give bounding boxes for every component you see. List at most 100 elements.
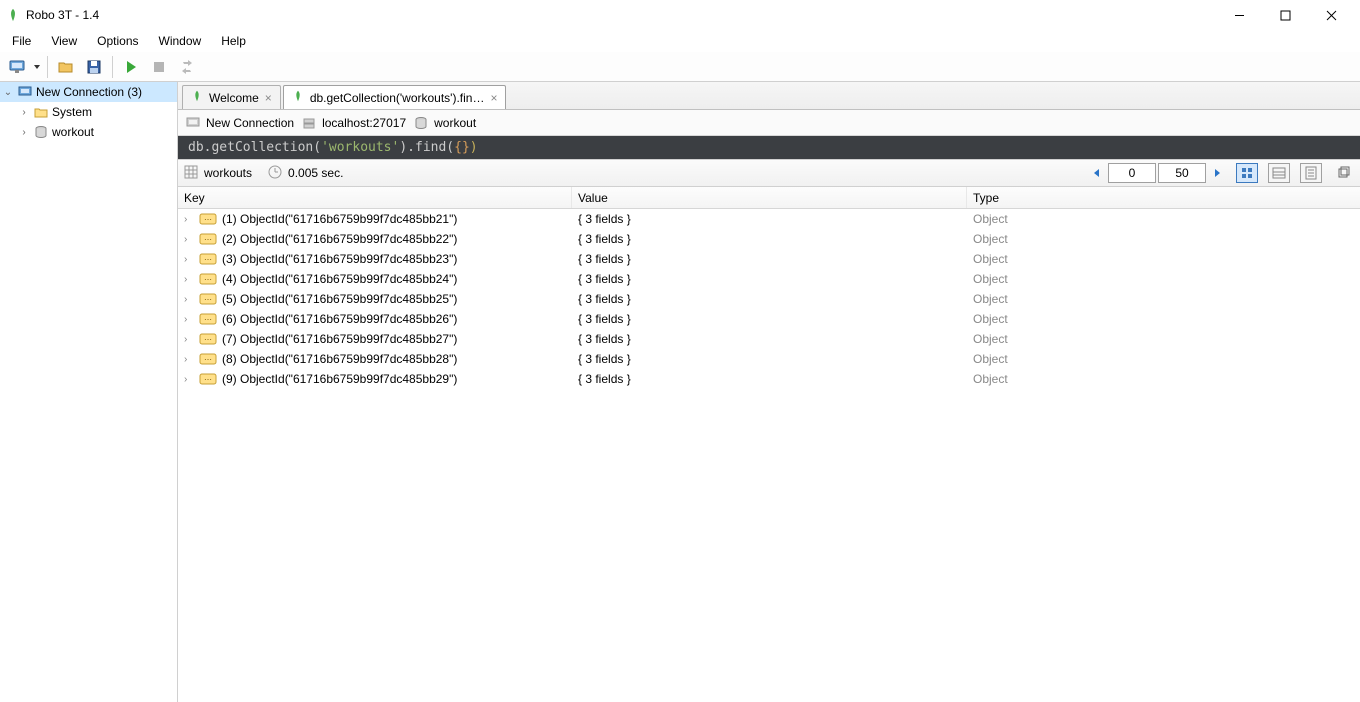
svg-text:⋯: ⋯ bbox=[204, 335, 212, 344]
chevron-right-icon: › bbox=[184, 354, 194, 365]
row-type: Object bbox=[967, 372, 1360, 386]
tab-query[interactable]: db.getCollection('workouts').fin… × bbox=[283, 85, 507, 109]
tree-connection[interactable]: ⌄ New Connection (3) bbox=[0, 82, 177, 102]
row-key: (2) ObjectId("61716b6759b99f7dc485bb22") bbox=[222, 232, 457, 246]
sidebar: ⌄ New Connection (3) › System › workout bbox=[0, 82, 178, 702]
row-value: { 3 fields } bbox=[572, 292, 967, 306]
crumb-db-label: workout bbox=[434, 116, 476, 130]
row-value: { 3 fields } bbox=[572, 332, 967, 346]
row-value: { 3 fields } bbox=[572, 252, 967, 266]
tree-workout-label: workout bbox=[52, 125, 94, 139]
page-start-input[interactable] bbox=[1108, 163, 1156, 183]
view-text-button[interactable] bbox=[1300, 163, 1322, 183]
folder-icon bbox=[33, 104, 49, 120]
popout-button[interactable] bbox=[1332, 163, 1354, 183]
results-header: Key Value Type bbox=[178, 187, 1360, 209]
row-type: Object bbox=[967, 252, 1360, 266]
svg-text:⋯: ⋯ bbox=[204, 275, 212, 284]
chevron-right-icon: › bbox=[184, 214, 194, 225]
results-body: › ⋯ (1) ObjectId("61716b6759b99f7dc485bb21… bbox=[178, 209, 1360, 702]
view-tree-button[interactable] bbox=[1236, 163, 1258, 183]
query-mid: ).find( bbox=[399, 140, 454, 155]
chevron-right-icon: › bbox=[184, 294, 194, 305]
database-icon bbox=[414, 116, 428, 130]
tree-system[interactable]: › System bbox=[0, 102, 177, 122]
status-strip: workouts 0.005 sec. bbox=[178, 159, 1360, 187]
close-button[interactable] bbox=[1308, 0, 1354, 30]
tabs: Welcome × db.getCollection('workouts').f… bbox=[178, 82, 1360, 110]
document-icon: ⋯ bbox=[199, 333, 217, 345]
open-button[interactable] bbox=[53, 54, 79, 80]
svg-text:⋯: ⋯ bbox=[204, 215, 212, 224]
chevron-down-icon: ⌄ bbox=[2, 87, 14, 98]
row-key: (4) ObjectId("61716b6759b99f7dc485bb24") bbox=[222, 272, 457, 286]
table-row[interactable]: ›⋯(6) ObjectId("61716b6759b99f7dc485bb26… bbox=[178, 309, 1360, 329]
server-icon bbox=[186, 116, 200, 130]
col-type[interactable]: Type bbox=[967, 187, 1360, 208]
row-type: Object bbox=[967, 212, 1360, 226]
connect-dropdown[interactable] bbox=[32, 63, 42, 71]
maximize-button[interactable] bbox=[1262, 0, 1308, 30]
host-icon bbox=[302, 116, 316, 130]
tree-workout[interactable]: › workout bbox=[0, 122, 177, 142]
crumb-connection-label: New Connection bbox=[206, 116, 294, 130]
document-icon: ⋯ bbox=[199, 253, 217, 265]
menu-file[interactable]: File bbox=[2, 31, 41, 51]
chevron-right-icon: › bbox=[184, 234, 194, 245]
database-icon bbox=[33, 124, 49, 140]
table-row[interactable]: ›⋯(3) ObjectId("61716b6759b99f7dc485bb23… bbox=[178, 249, 1360, 269]
table-row[interactable]: ›⋯(8) ObjectId("61716b6759b99f7dc485bb28… bbox=[178, 349, 1360, 369]
chevron-right-icon: › bbox=[184, 334, 194, 345]
row-key: (1) ObjectId("61716b6759b99f7dc485bb21") bbox=[222, 212, 457, 226]
row-value: { 3 fields } bbox=[572, 352, 967, 366]
menu-view[interactable]: View bbox=[41, 31, 87, 51]
leaf-icon bbox=[191, 90, 203, 105]
close-icon[interactable]: × bbox=[265, 92, 272, 104]
page-size-input[interactable] bbox=[1158, 163, 1206, 183]
table-row[interactable]: ›⋯(9) ObjectId("61716b6759b99f7dc485bb29… bbox=[178, 369, 1360, 389]
menu-help[interactable]: Help bbox=[211, 31, 256, 51]
query-editor[interactable]: db.getCollection('workouts').find({}) bbox=[178, 136, 1360, 159]
time-label: 0.005 sec. bbox=[288, 166, 343, 180]
svg-text:⋯: ⋯ bbox=[204, 295, 212, 304]
query-end: ) bbox=[470, 140, 478, 155]
col-key[interactable]: Key bbox=[178, 187, 572, 208]
row-type: Object bbox=[967, 332, 1360, 346]
tab-welcome-label: Welcome bbox=[209, 91, 259, 105]
crumb-db[interactable]: workout bbox=[414, 116, 476, 130]
stop-button[interactable] bbox=[146, 54, 172, 80]
tree-system-label: System bbox=[52, 105, 92, 119]
close-icon[interactable]: × bbox=[490, 92, 497, 104]
row-value: { 3 fields } bbox=[572, 372, 967, 386]
table-row[interactable]: ›⋯(2) ObjectId("61716b6759b99f7dc485bb22… bbox=[178, 229, 1360, 249]
save-button[interactable] bbox=[81, 54, 107, 80]
toolbar bbox=[0, 52, 1360, 82]
tab-welcome[interactable]: Welcome × bbox=[182, 85, 281, 109]
table-row[interactable]: › ⋯ (1) ObjectId("61716b6759b99f7dc485bb21… bbox=[178, 209, 1360, 229]
query-prefix: db.getCollection( bbox=[188, 140, 321, 155]
table-row[interactable]: ›⋯(5) ObjectId("61716b6759b99f7dc485bb25… bbox=[178, 289, 1360, 309]
crumb-host[interactable]: localhost:27017 bbox=[302, 116, 406, 130]
menu-window[interactable]: Window bbox=[149, 31, 212, 51]
rotate-button[interactable] bbox=[174, 54, 200, 80]
view-table-button[interactable] bbox=[1268, 163, 1290, 183]
row-key: (7) ObjectId("61716b6759b99f7dc485bb27") bbox=[222, 332, 457, 346]
row-type: Object bbox=[967, 352, 1360, 366]
minimize-button[interactable] bbox=[1216, 0, 1262, 30]
grid-icon bbox=[184, 165, 198, 182]
crumb-host-label: localhost:27017 bbox=[322, 116, 406, 130]
table-row[interactable]: › ⋯ (7) ObjectId("61716b6759b99f7dc485bb27… bbox=[178, 329, 1360, 349]
col-value[interactable]: Value bbox=[572, 187, 967, 208]
connect-button[interactable] bbox=[4, 54, 30, 80]
page-next[interactable] bbox=[1208, 163, 1226, 183]
content: Welcome × db.getCollection('workouts').f… bbox=[178, 82, 1360, 702]
svg-text:⋯: ⋯ bbox=[204, 315, 212, 324]
menu-options[interactable]: Options bbox=[87, 31, 148, 51]
row-value: { 3 fields } bbox=[572, 212, 967, 226]
leaf-icon bbox=[292, 90, 304, 105]
row-key: (9) ObjectId("61716b6759b99f7dc485bb29") bbox=[222, 372, 457, 386]
page-prev[interactable] bbox=[1088, 163, 1106, 183]
run-button[interactable] bbox=[118, 54, 144, 80]
table-row[interactable]: ›⋯(4) ObjectId("61716b6759b99f7dc485bb24… bbox=[178, 269, 1360, 289]
crumb-connection[interactable]: New Connection bbox=[186, 116, 294, 130]
